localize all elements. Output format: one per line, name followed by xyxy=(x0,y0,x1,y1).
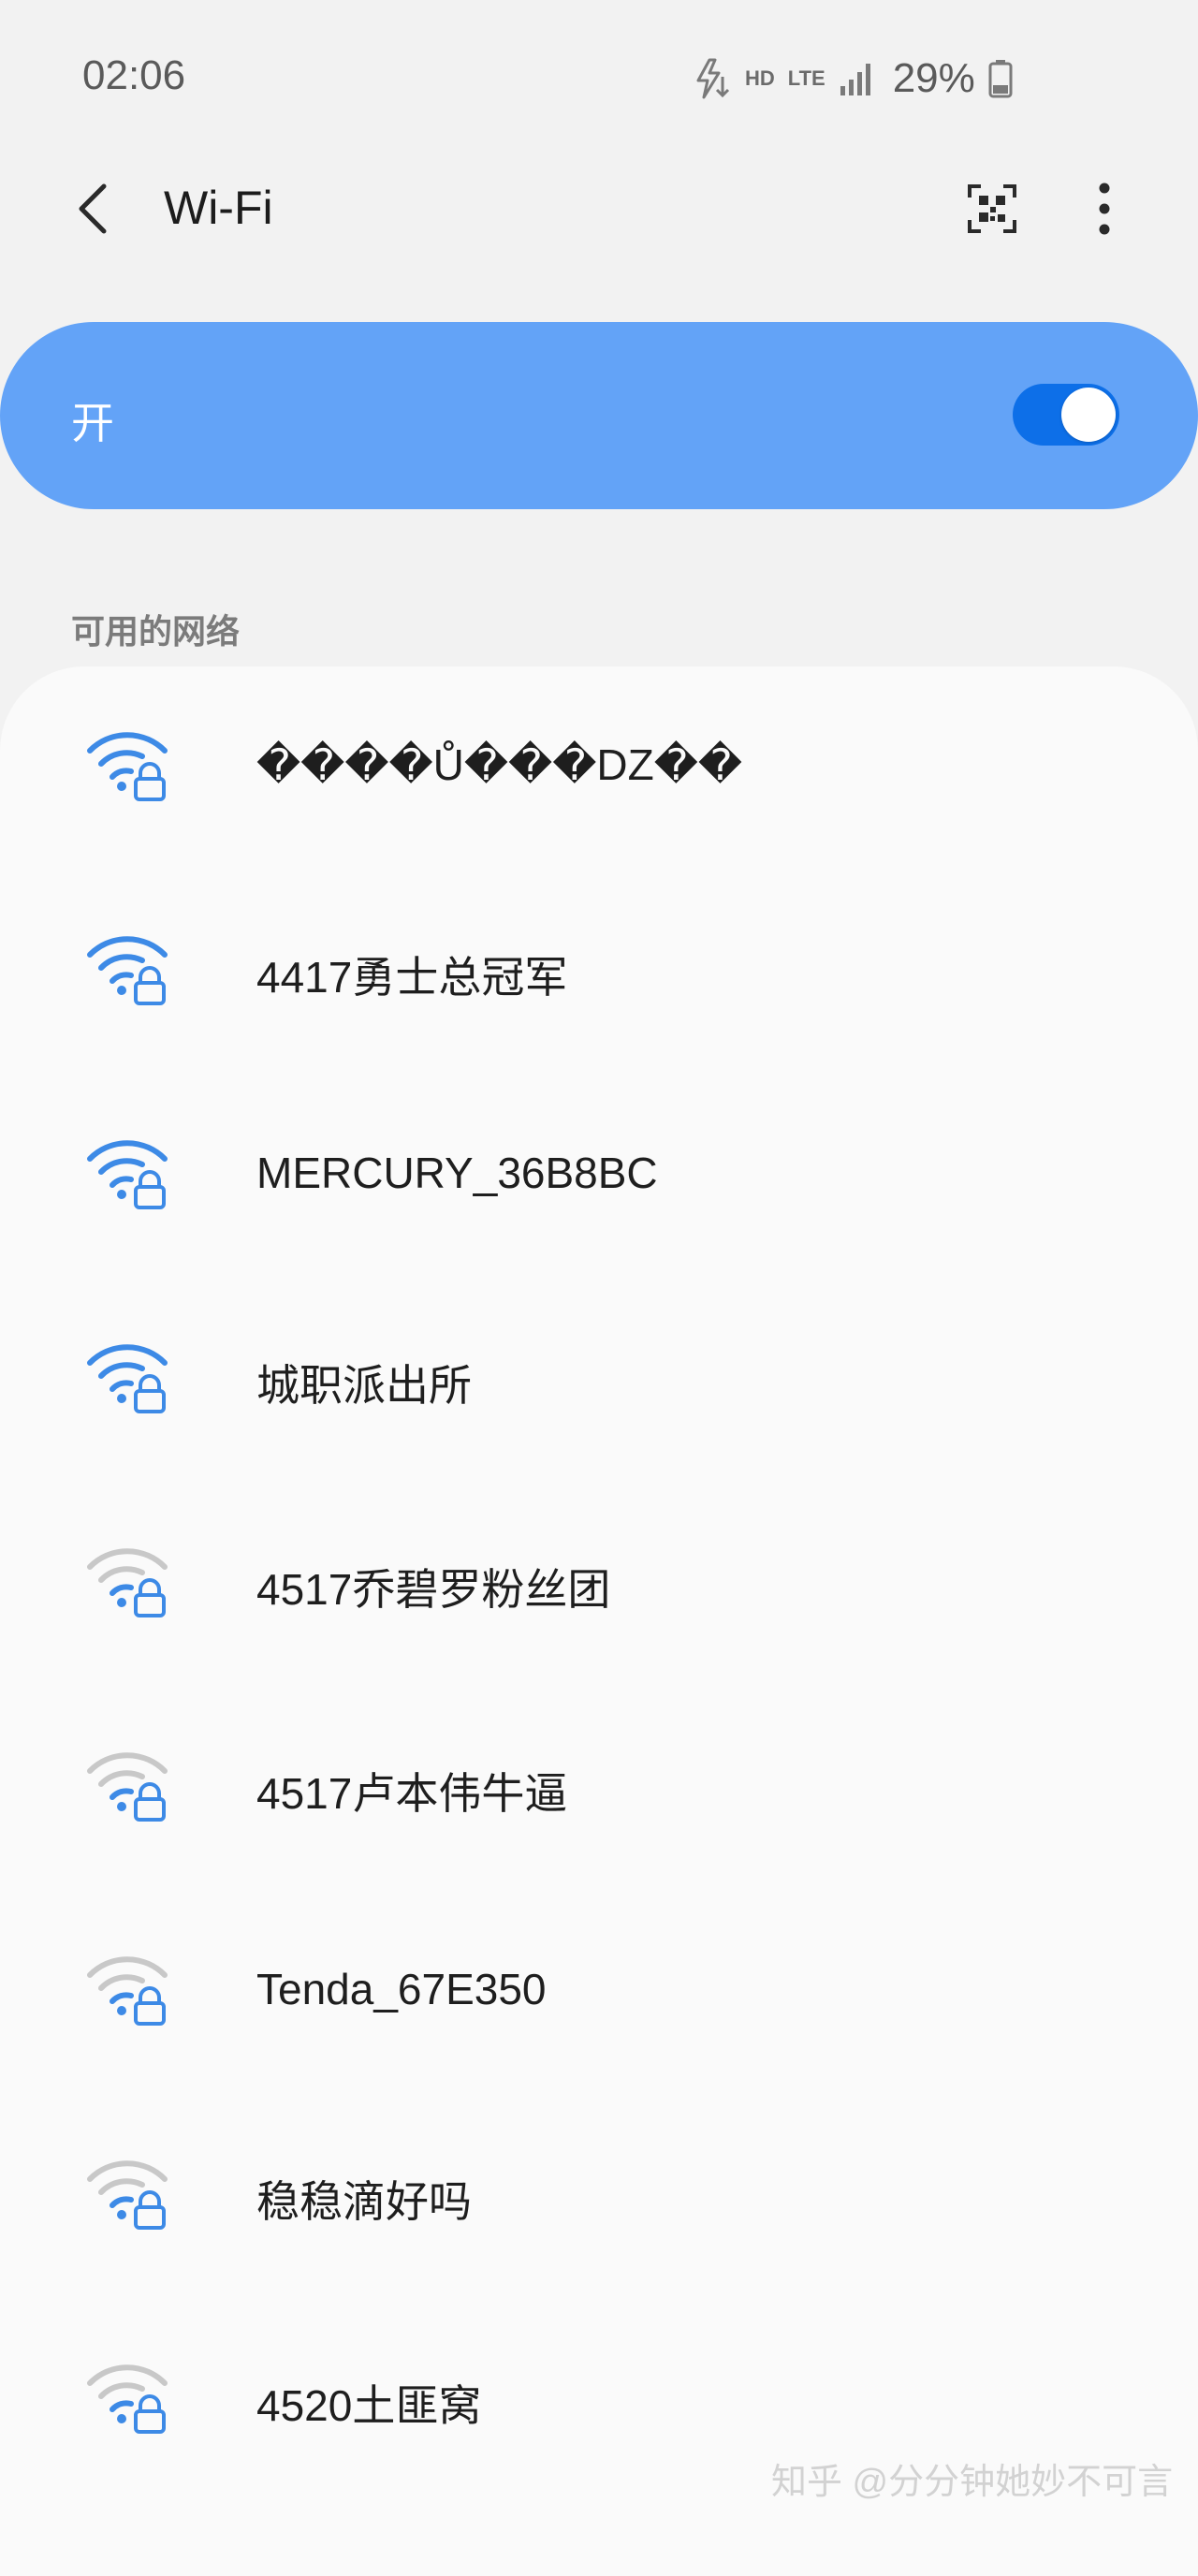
wifi-secured-icon xyxy=(87,1344,168,1413)
switch-knob xyxy=(1061,388,1116,442)
wifi-secured-icon xyxy=(87,1140,168,1209)
network-name: 4520土匪窝 xyxy=(256,2381,482,2430)
network-item[interactable]: 城职派出所 xyxy=(0,1279,1198,1483)
network-item[interactable]: MERCURY_36B8BC xyxy=(0,1075,1198,1279)
more-vertical-icon xyxy=(1099,183,1110,235)
toggle-label: 开 xyxy=(71,399,114,447)
battery-percent: 29% xyxy=(892,55,975,101)
back-arrow-icon xyxy=(79,183,107,234)
network-name: MERCURY_36B8BC xyxy=(256,1149,658,1197)
app-header: Wi-Fi xyxy=(0,154,1198,262)
hd-indicator: HD xyxy=(745,66,775,90)
back-button[interactable] xyxy=(62,171,124,246)
wifi-switch[interactable] xyxy=(1013,384,1119,446)
battery-icon xyxy=(988,60,1013,98)
network-name: Tenda_67E350 xyxy=(256,1965,547,2013)
network-name: 4417勇士总冠军 xyxy=(256,953,568,1002)
more-options-button[interactable] xyxy=(1076,175,1132,242)
page-title: Wi-Fi xyxy=(164,182,273,234)
network-name: ����Ů���DZ�� xyxy=(256,740,743,789)
wifi-secured-icon xyxy=(87,1956,168,2026)
qr-scan-icon xyxy=(968,184,1016,233)
wifi-master-toggle[interactable]: 开 xyxy=(0,322,1198,509)
wifi-secured-icon xyxy=(87,2160,168,2230)
network-list: ����Ů���DZ�� 4417勇士总冠军 MERCURY_36B8BC 城职派出所… xyxy=(0,666,1198,2576)
network-name: 稳稳滴好吗 xyxy=(256,2177,472,2226)
network-item[interactable]: 稳稳滴好吗 xyxy=(0,2095,1198,2299)
network-name: 4517乔碧罗粉丝团 xyxy=(256,1565,611,1614)
network-item[interactable]: 4517卢本伟牛逼 xyxy=(0,1687,1198,1891)
signal-icon xyxy=(840,64,870,95)
qr-scan-button[interactable] xyxy=(958,175,1026,242)
status-icons: HD LTE 29% xyxy=(693,52,1013,105)
network-name: 4517卢本伟牛逼 xyxy=(256,1769,568,1818)
network-name: 城职派出所 xyxy=(256,1361,472,1410)
network-item[interactable]: ����Ů���DZ�� xyxy=(0,666,1198,871)
wifi-secured-icon xyxy=(87,1752,168,1822)
lte-indicator: LTE xyxy=(787,66,825,90)
watermark: 知乎 @分分钟她妙不可言 xyxy=(771,2463,1174,2502)
wifi-secured-icon xyxy=(87,732,168,801)
network-item[interactable]: 4417勇士总冠军 xyxy=(0,871,1198,1075)
wifi-secured-icon xyxy=(87,1548,168,1617)
status-bar: 02:06 HD LTE 29% xyxy=(0,0,1198,154)
wifi-secured-icon xyxy=(87,936,168,1005)
section-title-available-networks: 可用的网络 xyxy=(71,612,241,651)
wifi-secured-icon xyxy=(87,2364,168,2434)
network-item[interactable]: Tenda_67E350 xyxy=(0,1891,1198,2095)
network-item[interactable]: 4517乔碧罗粉丝团 xyxy=(0,1483,1198,1687)
status-time: 02:06 xyxy=(82,52,186,98)
charging-bolt-icon xyxy=(696,58,730,99)
